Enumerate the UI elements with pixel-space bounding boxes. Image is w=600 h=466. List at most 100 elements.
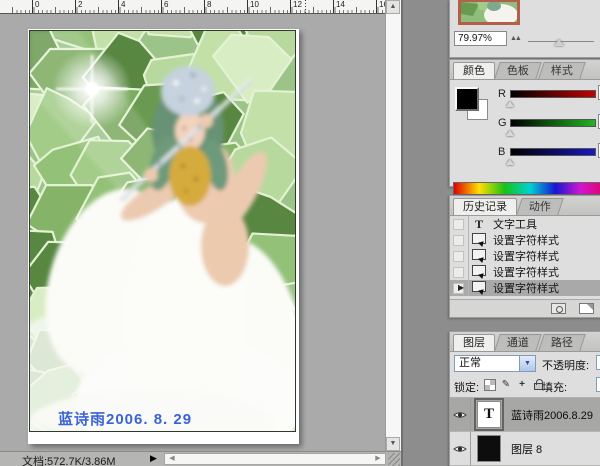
color-panel: 颜色 色板 样式 R 0 G 0 [449,59,600,195]
red-channel-slider[interactable] [510,90,596,98]
history-state[interactable]: 设置字符样式 [450,264,600,280]
color-swatches [455,87,489,121]
color-spectrum-ramp[interactable] [453,182,600,195]
history-list: T 文字工具 设置字符样式 设置字符样式 设置字符样式 ▶ 设置字符样式 [450,216,600,296]
color-panel-tabs: 颜色 色板 样式 [450,60,600,80]
tab-swatches-label: 色板 [506,65,529,77]
tab-swatches[interactable]: 色板 [494,62,542,79]
character-style-icon [472,233,486,244]
red-channel-label: R [498,88,506,100]
opacity-input[interactable]: 100% [596,355,600,370]
history-state-label: 设置字符样式 [493,251,559,263]
history-panel-footer [450,299,600,317]
ruler-number: 8 [204,0,211,13]
ruler-number: 2 [75,0,82,13]
history-source-well[interactable] [450,216,469,232]
navigator-zoom-slider[interactable] [528,39,594,46]
horizontal-ruler[interactable]: 0 2 4 6 8 10 12 14 16 [0,0,388,14]
horizontal-scrollbar[interactable]: ◀ ▶ [164,453,386,465]
ruler-number: 14 [333,0,345,13]
tab-actions-label: 动作 [528,201,551,213]
blue-channel-label: B [498,146,506,158]
image-canvas[interactable]: 蓝诗雨2006. 8. 29 [0,0,329,466]
lock-paint-icon[interactable]: ✎ [500,379,512,391]
new-document-from-state-button[interactable] [579,303,594,314]
vertical-scrollbar[interactable]: ▲ ▼ [385,0,402,451]
navigator-thumbnail[interactable] [458,0,520,26]
layers-panel-tabs: 图层 通道 路径 [450,332,600,352]
tab-paths-label: 路径 [550,337,573,349]
tab-channels[interactable]: 通道 [494,334,542,351]
tab-styles[interactable]: 样式 [538,62,586,79]
history-source-well[interactable] [450,248,469,264]
character-style-icon [472,281,486,292]
history-state[interactable]: 设置字符样式 [450,248,600,264]
artwork-illustration: 蓝诗雨2006. 8. 29 [0,0,329,466]
scroll-up-icon[interactable]: ▲ [386,0,400,14]
tab-paths[interactable]: 路径 [538,334,586,351]
lock-transparency-icon[interactable] [484,379,496,391]
navigator-zoom-input[interactable]: 79.97% [454,31,507,46]
visibility-toggle[interactable] [450,432,471,465]
history-state[interactable]: 设置字符样式 [450,232,600,248]
fill-input[interactable]: 100% [596,377,600,392]
current-state-pointer-icon: ▶ [458,283,465,292]
foreground-color-swatch[interactable] [455,87,479,111]
history-state[interactable]: T 文字工具 [450,216,600,232]
document-size-info: 文档:572.7K/3.86M [22,456,116,466]
visibility-toggle[interactable] [450,398,471,431]
tab-channels-label: 通道 [506,337,529,349]
tab-layers[interactable]: 图层 [453,334,495,351]
artwork-photo[interactable]: 蓝诗雨2006. 8. 29 [0,0,329,466]
blue-slider-thumb[interactable] [506,155,514,165]
history-state-label: 设置字符样式 [493,235,559,247]
layer-name[interactable]: 蓝诗雨2006.8.29 [507,407,593,423]
history-panel: 历史记录 动作 T 文字工具 设置字符样式 设置字符样式 设置字符样式 ▶ 设置… [449,195,600,318]
ruler-cursor-indicator [305,0,306,13]
window-resize-grip[interactable] [388,453,400,466]
eye-icon [453,445,467,452]
layer-name[interactable]: 图层 8 [507,441,542,457]
history-panel-tabs: 历史记录 动作 [450,196,600,216]
lock-row: 锁定: ✎ + 填充: 100% [450,375,600,398]
navigator-panel: 79.97% ▲▲ [449,0,600,58]
layer-row-text[interactable]: T 蓝诗雨2006.8.29 [450,398,600,432]
green-slider-thumb[interactable] [506,126,514,136]
status-menu-arrow-icon[interactable]: ▶ [150,453,157,464]
history-state-label: 设置字符样式 [493,267,559,279]
ruler-number: 12 [290,0,302,13]
ruler-number: 6 [161,0,168,13]
slider-thumb[interactable] [554,34,564,46]
text-layer-thumbnail[interactable]: T [474,398,504,431]
layer-row-image[interactable]: 图层 8 [450,432,600,466]
lock-position-icon[interactable]: + [516,379,528,391]
blue-channel-slider[interactable] [510,148,596,156]
ruler-number: 0 [32,0,39,13]
blend-mode-select[interactable]: 正常 ▼ [454,355,536,372]
blend-mode-value: 正常 [459,357,481,369]
lock-label: 锁定: [454,382,480,394]
history-source-well[interactable] [450,264,469,280]
history-state-label: 设置字符样式 [493,283,559,295]
tab-actions[interactable]: 动作 [516,198,564,215]
new-snapshot-button[interactable] [551,303,566,314]
history-source-well[interactable] [450,232,469,248]
document-window: 0 2 4 6 8 10 12 14 16 ▲ ▼ 蓝诗雨2006. 8. 29… [0,0,402,466]
red-slider-thumb[interactable] [506,97,514,107]
tab-history[interactable]: 历史记录 [453,198,517,215]
history-state-label: 文字工具 [493,219,537,231]
photoshop-workspace: 0 2 4 6 8 10 12 14 16 ▲ ▼ 蓝诗雨2006. 8. 29… [0,0,600,466]
status-bar: 文档:572.7K/3.86M ▶ ◀ ▶ [0,451,401,466]
navigator-thumbnail-image [461,1,518,26]
scroll-down-icon[interactable]: ▼ [386,437,400,451]
watermark-text: 蓝诗雨2006. 8. 29 [58,410,192,428]
dropdown-arrow-icon[interactable]: ▼ [519,356,535,371]
fill-label: 填充: [542,382,568,394]
scroll-left-icon[interactable]: ◀ [166,454,178,464]
green-channel-slider[interactable] [510,119,596,127]
history-state-current[interactable]: ▶ 设置字符样式 [450,280,600,296]
zoom-out-icon[interactable]: ▲▲ [510,35,522,42]
scroll-right-icon[interactable]: ▶ [372,454,384,464]
image-layer-thumbnail[interactable] [477,435,501,462]
tab-color[interactable]: 颜色 [453,62,495,79]
